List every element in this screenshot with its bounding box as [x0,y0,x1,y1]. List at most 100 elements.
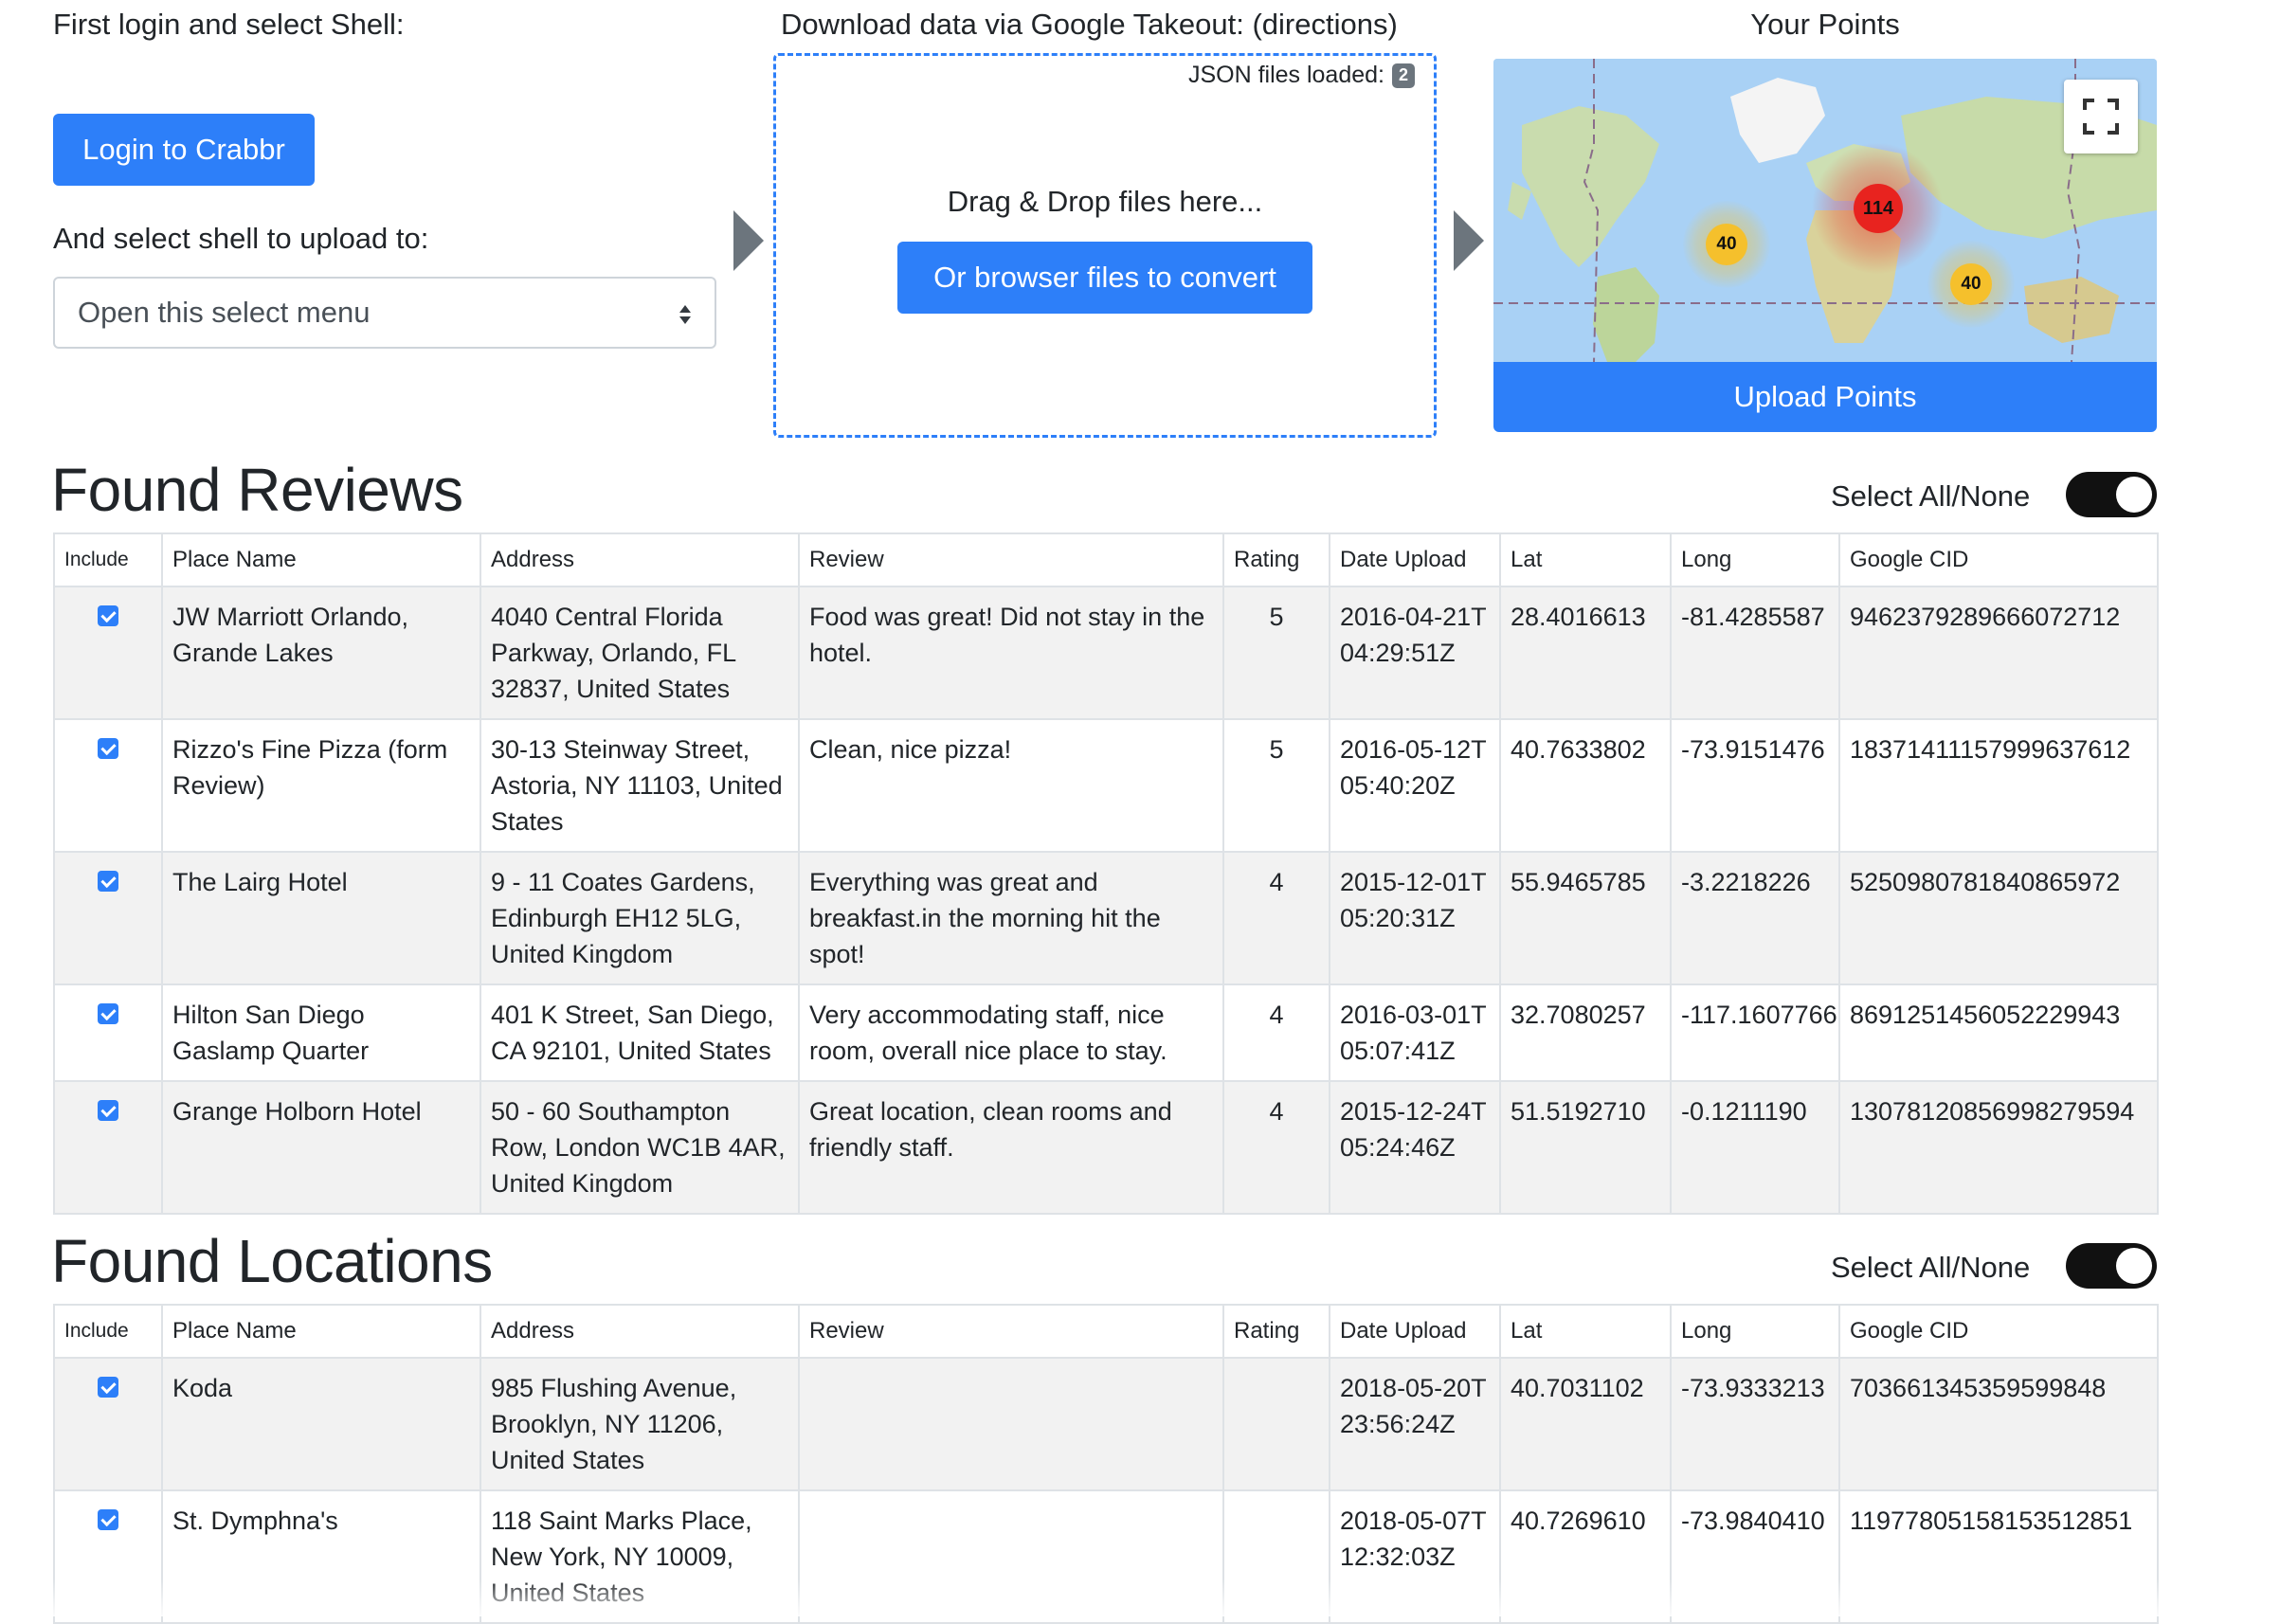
login-heading: First login and select Shell: [53,8,405,41]
json-loaded-indicator: JSON files loaded: 2 [1188,62,1415,89]
cell-address: 985 Flushing Avenue, Brooklyn, NY 11206,… [480,1357,800,1491]
cluster-marker-large[interactable]: 114 [1854,184,1903,233]
bottom-fade [0,1579,2280,1616]
table-row: JW Marriott Orlando, Grande Lakes 4040 Ce… [53,586,2159,720]
include-checkbox[interactable] [98,1003,118,1024]
cell-lat: 55.9465785 [1499,851,1672,985]
table-header-row: Include Place Name Address Review Rating… [53,1304,2159,1359]
locations-title: Found Locations [51,1227,493,1295]
table-row: Grange Holborn Hotel 50 - 60 Southampton … [53,1080,2159,1215]
col-google-cid: Google CID [1838,1304,2159,1359]
cell-date-upload: 2015-12-01T05:20:31Z [1329,851,1501,985]
include-cell [53,718,163,853]
reviews-select-all-label: Select All/None [1831,479,2031,513]
cluster-marker-americas[interactable]: 40 [1706,224,1747,265]
toggle-knob [2116,477,2152,513]
cell-place-name: Grange Holborn Hotel [161,1080,481,1215]
fullscreen-icon [2083,99,2119,135]
include-checkbox[interactable] [98,738,118,759]
table-row: The Lairg Hotel 9 - 11 Coates Gardens, Ed… [53,851,2159,985]
cell-lat: 40.7031102 [1499,1357,1672,1491]
cluster-marker-asia[interactable]: 40 [1950,263,1992,305]
cell-google-cid: 703661345359599848 [1838,1357,2159,1491]
cell-long: -73.9333213 [1670,1357,1840,1491]
col-long: Long [1670,1304,1840,1359]
cell-address: 4040 Central Florida Parkway, Orlando, F… [480,586,800,720]
cell-rating: 4 [1222,851,1330,985]
col-long: Long [1670,532,1840,587]
cell-long: -73.9151476 [1670,718,1840,853]
cell-rating: 4 [1222,1080,1330,1215]
table-row: Hilton San Diego Gaslamp Quarter 401 K St… [53,983,2159,1082]
upload-points-button[interactable]: Upload Points [1493,362,2157,432]
cell-long: -117.1607766 [1670,983,1840,1082]
cell-review: Very accommodating staff, nice room, ove… [798,983,1224,1082]
include-checkbox[interactable] [98,1509,118,1530]
cell-google-cid: 9462379289666072712 [1838,586,2159,720]
login-button[interactable]: Login to Crabbr [53,114,315,186]
reviews-table: Include Place Name Address Review Rating… [53,532,2159,1215]
cell-date-upload: 2016-05-12T05:40:20Z [1329,718,1501,853]
cell-date-upload: 2018-05-20T23:56:24Z [1329,1357,1501,1491]
col-rating: Rating [1222,1304,1330,1359]
points-map[interactable]: 114 40 40 [1493,59,2157,362]
cell-rating: 5 [1222,586,1330,720]
include-cell [53,1357,163,1491]
drop-zone[interactable]: JSON files loaded: 2 Drag & Drop files he… [773,53,1437,438]
col-include: Include [53,1304,163,1359]
locations-table: Include Place Name Address Review Rating… [53,1304,2159,1624]
col-lat: Lat [1499,532,1672,587]
select-arrows-icon [679,305,691,324]
locations-select-all-label: Select All/None [1831,1251,2031,1284]
include-checkbox[interactable] [98,871,118,892]
cell-address: 50 - 60 Southampton Row, London WC1B 4AR… [480,1080,800,1215]
col-review: Review [798,532,1224,587]
col-rating: Rating [1222,532,1330,587]
include-checkbox[interactable] [98,1377,118,1398]
col-address: Address [480,532,800,587]
cell-date-upload: 2015-12-24T05:24:46Z [1329,1080,1501,1215]
cell-date-upload: 2016-03-01T05:07:41Z [1329,983,1501,1082]
points-heading: Your Points [1750,8,1900,41]
json-loaded-label: JSON files loaded: [1187,62,1384,88]
cell-address: 30-13 Steinway Street, Astoria, NY 11103… [480,718,800,853]
cell-google-cid: 18371411157999637612 [1838,718,2159,853]
shell-select-value: Open this select menu [78,296,371,329]
cell-address: 401 K Street, San Diego, CA 92101, Unite… [480,983,800,1082]
arrow-right-icon [1454,210,1484,271]
cell-long: -0.1211190 [1670,1080,1840,1215]
col-date-upload: Date Upload [1329,532,1501,587]
col-place-name: Place Name [161,532,481,587]
cell-lat: 28.4016613 [1499,586,1672,720]
include-checkbox[interactable] [98,605,118,626]
cell-place-name: Koda [161,1357,481,1491]
col-place-name: Place Name [161,1304,481,1359]
select-shell-label: And select shell to upload to: [53,222,429,255]
cell-place-name: JW Marriott Orlando, Grande Lakes [161,586,481,720]
include-checkbox[interactable] [98,1100,118,1121]
col-review: Review [798,1304,1224,1359]
table-row: Koda 985 Flushing Avenue, Brooklyn, NY 11… [53,1357,2159,1491]
cell-long: -81.4285587 [1670,586,1840,720]
cell-review: Food was great! Did not stay in the hote… [798,586,1224,720]
include-cell [53,586,163,720]
reviews-select-all-toggle[interactable] [2066,472,2157,517]
cell-review: Clean, nice pizza! [798,718,1224,853]
col-google-cid: Google CID [1838,532,2159,587]
shell-select[interactable]: Open this select menu [53,277,716,349]
cell-rating: 4 [1222,983,1330,1082]
takeout-heading: Download data via Google Takeout: (direc… [781,8,1398,41]
cell-review: Great location, clean rooms and friendly… [798,1080,1224,1215]
arrow-right-icon [733,210,764,271]
browse-files-button[interactable]: Or browser files to convert [897,242,1312,314]
table-row: Rizzo's Fine Pizza (form Review) 30-13 St… [53,718,2159,853]
table-header-row: Include Place Name Address Review Rating… [53,532,2159,587]
cell-place-name: Hilton San Diego Gaslamp Quarter [161,983,481,1082]
cell-place-name: The Lairg Hotel [161,851,481,985]
locations-select-all-toggle[interactable] [2066,1243,2157,1289]
reviews-title: Found Reviews [51,456,463,524]
col-lat: Lat [1499,1304,1672,1359]
fullscreen-button[interactable] [2064,80,2138,153]
cell-address: 9 - 11 Coates Gardens, Edinburgh EH12 5L… [480,851,800,985]
cell-lat: 40.7633802 [1499,718,1672,853]
